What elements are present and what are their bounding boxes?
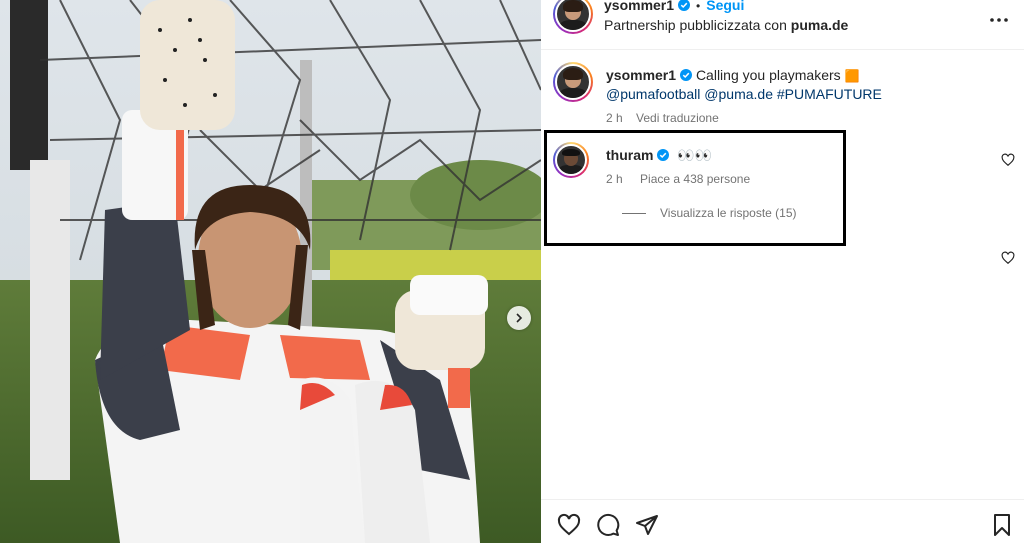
author-username[interactable]: ysommer1 <box>604 0 674 13</box>
verified-badge-icon <box>657 149 670 161</box>
verified-badge-icon <box>680 69 693 81</box>
mention-pumafootball[interactable]: @pumafootball <box>606 86 700 102</box>
caption-text-block: ysommer1 Calling you playmakers 🟧 @pumaf… <box>606 66 986 127</box>
partnership-label: Partnership pubblicizzata con puma.de <box>604 17 848 33</box>
caption-time: 2 h <box>606 111 623 125</box>
follow-button[interactable]: Segui <box>706 0 744 13</box>
next-photo-button[interactable] <box>507 306 531 330</box>
author-avatar[interactable] <box>553 0 593 34</box>
header-author-row: ysommer1 • Segui <box>604 0 744 15</box>
partner-link[interactable]: puma.de <box>791 17 849 33</box>
comment-author-username[interactable]: thuram <box>606 147 653 163</box>
post-header: ysommer1 • Segui Partnership pubblicizzata… <box>541 0 1024 50</box>
heart-icon[interactable] <box>557 513 581 537</box>
comment-author-avatar[interactable] <box>553 142 589 178</box>
post-action-bar <box>541 499 1024 543</box>
more-horizontal-icon[interactable] <box>985 6 1013 26</box>
bookmark-icon[interactable] <box>990 513 1014 537</box>
comment-likes-link[interactable]: Piace a 438 persone <box>640 172 750 186</box>
comment-like-heart-icon[interactable] <box>1001 153 1015 167</box>
post-image <box>0 0 541 543</box>
verified-badge-icon <box>678 0 691 11</box>
caption-emoji: 🟧 <box>844 69 860 83</box>
view-replies-button[interactable]: Visualizza le risposte (15) <box>622 206 797 220</box>
comment-text: 👀👀 <box>677 147 713 163</box>
view-replies-label: Visualizza le risposte (15) <box>660 206 797 220</box>
mention-puma-de[interactable]: @puma.de <box>704 86 773 102</box>
chevron-right-icon <box>516 313 523 323</box>
comment-meta: 2 h Piace a 438 persone <box>606 172 764 186</box>
caption-author-avatar[interactable] <box>553 62 593 102</box>
comment-icon[interactable] <box>596 513 620 537</box>
hashtag-pumafuture[interactable]: #PUMAFUTURE <box>777 86 882 102</box>
caption-text: Calling you playmakers <box>695 67 841 83</box>
paper-plane-icon[interactable] <box>635 513 659 537</box>
see-translation-link[interactable]: Vedi traduzione <box>636 111 719 125</box>
post-photo[interactable] <box>0 0 541 543</box>
separator-dot: • <box>696 0 701 13</box>
replies-divider <box>622 213 646 215</box>
caption-author-username[interactable]: ysommer1 <box>606 67 676 83</box>
comment-text-row: thuram 👀👀 <box>606 147 712 164</box>
post-details-panel: ysommer1 • Segui Partnership pubblicizzata… <box>541 0 1024 543</box>
comment-time: 2 h <box>606 172 623 186</box>
partnership-prefix: Partnership pubblicizzata con <box>604 17 787 33</box>
comment-like-heart-icon-2[interactable] <box>1001 251 1015 265</box>
